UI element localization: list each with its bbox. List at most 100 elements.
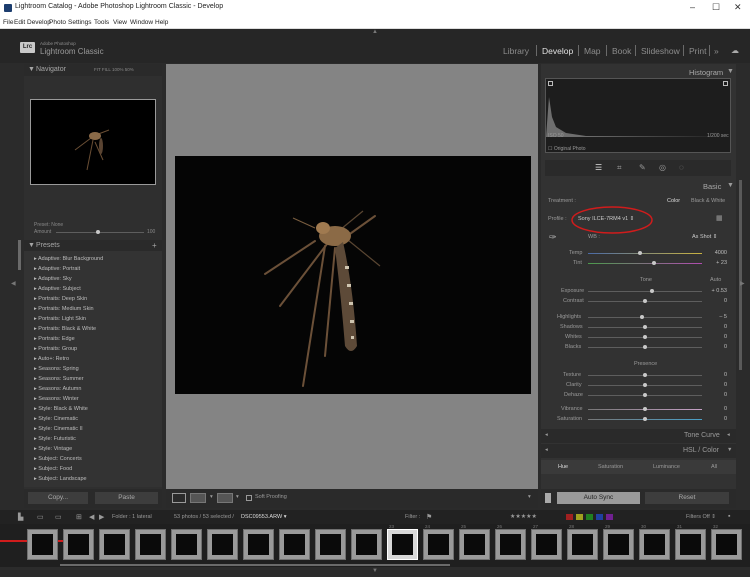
navigator-preview[interactable] bbox=[30, 99, 156, 185]
clarity-slider-knob[interactable] bbox=[643, 383, 647, 387]
preset-item[interactable]: ▸ Style: Cinematic II bbox=[34, 426, 83, 432]
collapse-triangle-icon[interactable]: ▼ bbox=[727, 182, 734, 189]
tint-slider[interactable] bbox=[588, 263, 702, 264]
hsl-tab-luminance[interactable]: Luminance bbox=[653, 464, 680, 470]
preset-item[interactable]: ▸ Adaptive: Blur Background bbox=[34, 256, 103, 262]
module-print[interactable]: Print bbox=[689, 46, 706, 56]
tone-curve-header[interactable]: ◂ Tone Curve ◂ bbox=[541, 429, 736, 443]
texture-value[interactable]: 0 bbox=[707, 372, 727, 378]
filmstrip-thumbnail[interactable] bbox=[171, 529, 202, 560]
exposure-value[interactable]: + 0.53 bbox=[707, 288, 727, 294]
preset-item[interactable]: ▸ Portraits: Black & White bbox=[34, 326, 96, 332]
preset-item[interactable]: ▸ Subject: Landscape bbox=[34, 476, 87, 482]
close-button[interactable]: ✕ bbox=[734, 2, 742, 13]
maximize-button[interactable]: ☐ bbox=[712, 2, 720, 13]
main-window-icon[interactable]: ▭ bbox=[37, 513, 44, 521]
auto-sync-button[interactable]: Auto Sync bbox=[557, 492, 640, 504]
preset-item[interactable]: ▸ Style: Cinematic bbox=[34, 416, 78, 422]
amount-slider[interactable] bbox=[56, 232, 144, 233]
exposure-slider-knob[interactable] bbox=[650, 289, 654, 293]
navigator-header[interactable]: ▼ Navigator FIT FILL 100% 50% bbox=[24, 64, 162, 76]
yellow-label-filter[interactable] bbox=[576, 514, 583, 520]
basic-title[interactable]: Basic bbox=[703, 182, 721, 191]
dehaze-value[interactable]: 0 bbox=[707, 392, 727, 398]
highlights-slider[interactable] bbox=[588, 317, 702, 318]
panel-switch-icon[interactable]: ◂ bbox=[545, 447, 548, 453]
menu-view[interactable]: View bbox=[113, 19, 127, 26]
blacks-value[interactable]: 0 bbox=[707, 344, 727, 350]
filmstrip-thumbnail[interactable]: 31 bbox=[675, 524, 706, 560]
saturation-slider-knob[interactable] bbox=[643, 417, 647, 421]
healing-tool-icon[interactable]: ✎ bbox=[639, 163, 646, 172]
menu-photo[interactable]: Photo bbox=[49, 19, 66, 26]
highlights-slider-knob[interactable] bbox=[640, 315, 644, 319]
current-filename[interactable]: DSC09553.ARW ▾ bbox=[241, 514, 286, 520]
grid-view-icon[interactable]: ⊞ bbox=[76, 513, 82, 521]
module-more[interactable]: » bbox=[714, 46, 719, 56]
wb-dropdown[interactable]: As Shot ⇕ bbox=[692, 234, 717, 240]
copy-button[interactable]: Copy... bbox=[28, 492, 88, 504]
forward-arrow-icon[interactable]: ▶ bbox=[99, 513, 104, 521]
highlight-clipping-indicator[interactable] bbox=[723, 81, 728, 86]
histogram-title[interactable]: Histogram bbox=[689, 68, 723, 77]
swap-before-after-icon[interactable] bbox=[217, 493, 233, 503]
red-label-filter[interactable] bbox=[566, 514, 573, 520]
filmstrip-thumbnail[interactable] bbox=[27, 529, 58, 560]
purple-label-filter[interactable] bbox=[606, 514, 613, 520]
secondary-display-icon[interactable]: ▙ bbox=[18, 513, 23, 521]
preset-item[interactable]: ▸ Adaptive: Portrait bbox=[34, 266, 80, 272]
filmstrip-thumbnail-selected[interactable]: 23 bbox=[387, 524, 418, 560]
navigator-zoom-options[interactable]: FIT FILL 100% 50% bbox=[94, 67, 134, 72]
hsl-tab-all[interactable]: All bbox=[711, 464, 717, 470]
shadows-slider-knob[interactable] bbox=[643, 325, 647, 329]
highlights-value[interactable]: – 5 bbox=[707, 314, 727, 320]
cloud-icon[interactable]: ☁ bbox=[731, 46, 739, 55]
star-rating-filter[interactable]: ★★★★★ bbox=[510, 513, 537, 520]
preset-item[interactable]: ▸ Seasons: Spring bbox=[34, 366, 79, 372]
original-photo-checkbox[interactable]: ☐ Original Photo bbox=[548, 146, 586, 152]
filmstrip-thumbnail[interactable]: 28 bbox=[567, 524, 598, 560]
filmstrip-thumbnail[interactable] bbox=[243, 529, 274, 560]
left-panel-scrollbar[interactable] bbox=[18, 240, 21, 270]
filmstrip-thumbnail[interactable]: 25 bbox=[459, 524, 490, 560]
preset-item[interactable]: ▸ Seasons: Autumn bbox=[34, 386, 81, 392]
preset-item[interactable]: ▸ Portraits: Deep Skin bbox=[34, 296, 87, 302]
add-preset-plus-icon[interactable]: + bbox=[152, 241, 157, 250]
preset-item[interactable]: ▸ Portraits: Light Skin bbox=[34, 316, 86, 322]
saturation-value[interactable]: 0 bbox=[707, 416, 727, 422]
preset-item[interactable]: ▸ Portraits: Group bbox=[34, 346, 77, 352]
module-library[interactable]: Library bbox=[503, 46, 529, 56]
tint-slider-knob[interactable] bbox=[652, 261, 656, 265]
menu-settings[interactable]: Settings bbox=[68, 19, 92, 26]
shadows-value[interactable]: 0 bbox=[707, 324, 727, 330]
menu-help[interactable]: Help bbox=[155, 19, 168, 26]
shadow-clipping-indicator[interactable] bbox=[548, 81, 553, 86]
module-develop[interactable]: Develop bbox=[542, 46, 573, 56]
main-photo[interactable] bbox=[175, 156, 531, 394]
texture-slider-knob[interactable] bbox=[643, 373, 647, 377]
contrast-value[interactable]: 0 bbox=[707, 298, 727, 304]
filmstrip-thumbnail[interactable]: 29 bbox=[603, 524, 634, 560]
preset-item[interactable]: ▸ Style: Futuristic bbox=[34, 436, 76, 442]
filters-off-dropdown[interactable]: Filters Off ⇕ bbox=[686, 514, 716, 520]
vibrance-value[interactable]: 0 bbox=[707, 406, 727, 412]
menu-file[interactable]: File bbox=[3, 19, 13, 26]
filter-lock-icon[interactable]: ▪ bbox=[728, 513, 730, 520]
histogram[interactable] bbox=[545, 78, 731, 153]
filmstrip-thumbnail[interactable] bbox=[315, 529, 346, 560]
panel-switch-icon[interactable]: ◂ bbox=[545, 432, 548, 438]
preset-item[interactable]: ▸ Subject: Concerts bbox=[34, 456, 82, 462]
hsl-header[interactable]: ◂ HSL / Color ▼ bbox=[541, 444, 736, 458]
menu-tools[interactable]: Tools bbox=[94, 19, 109, 26]
treatment-bw[interactable]: Black & White bbox=[691, 198, 725, 204]
preset-item[interactable]: ▸ Portraits: Medium Skin bbox=[34, 306, 94, 312]
filmstrip-thumbnail[interactable] bbox=[279, 529, 310, 560]
preset-item[interactable]: ▸ Seasons: Winter bbox=[34, 396, 79, 402]
reset-button[interactable]: Reset bbox=[645, 492, 729, 504]
filmstrip-thumbnail[interactable] bbox=[99, 529, 130, 560]
back-arrow-icon[interactable]: ◀ bbox=[89, 513, 94, 521]
filmstrip-thumbnail[interactable]: 30 bbox=[639, 524, 670, 560]
preset-item[interactable]: ▸ Style: Black & White bbox=[34, 406, 88, 412]
minimize-button[interactable]: – bbox=[690, 2, 695, 12]
whites-value[interactable]: 0 bbox=[707, 334, 727, 340]
